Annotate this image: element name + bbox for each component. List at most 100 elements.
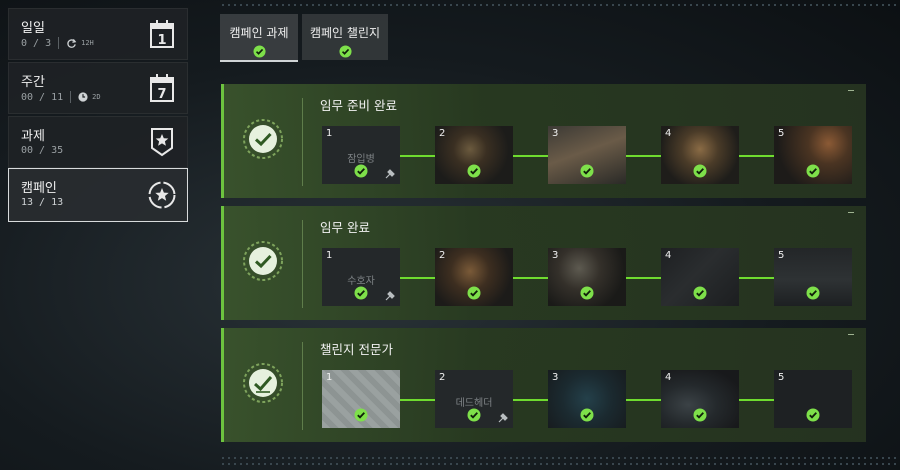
sidebar-item-progress: 0 / 3 12H [21, 37, 94, 49]
completed-task-panel[interactable]: 챌린지 전문가 1 2 데드헤더 3 4 5 [221, 328, 866, 442]
tile-number: 3 [552, 250, 559, 261]
tile-number: 5 [778, 128, 785, 139]
tile-number: 5 [778, 250, 785, 261]
check-icon [338, 45, 352, 58]
check-icon [467, 408, 481, 422]
divider [302, 98, 303, 186]
collapse-icon[interactable] [848, 212, 854, 213]
reward-tile[interactable]: 5 [774, 248, 852, 306]
check-icon [693, 408, 707, 422]
reward-tile[interactable]: 2 [435, 126, 513, 184]
reward-tile[interactable]: 2 [435, 248, 513, 306]
tab-campaign-challenges[interactable]: 캠페인 챌린지 [302, 14, 388, 60]
calendar-7-icon: 7 [150, 74, 174, 102]
completed-task-panel[interactable]: 임무 준비 완료 1 잠입병 2 3 4 5 [221, 84, 866, 198]
panel-title: 챌린지 전문가 [320, 342, 393, 357]
calendar-day-number: 1 [157, 33, 166, 48]
panel-title: 임무 완료 [320, 220, 370, 235]
progress-connector [513, 399, 548, 401]
progress-connector [626, 277, 661, 279]
tile-number: 4 [665, 128, 672, 139]
check-icon [354, 164, 368, 178]
progress-count: 13 / 13 [21, 197, 64, 208]
progress-count: 0 / 3 [21, 37, 52, 49]
progress-connector [400, 277, 435, 279]
progress-connector [400, 155, 435, 157]
reward-tile[interactable]: 5 [774, 370, 852, 428]
star-circle-icon [148, 181, 176, 209]
sidebar-item-title: 일일 [21, 21, 45, 36]
tile-number: 4 [665, 372, 672, 383]
sidebar-item-daily[interactable]: 일일 0 / 3 12H 1 [8, 8, 188, 60]
completed-task-panel[interactable]: 임무 완료 1 수호자 2 3 4 5 [221, 206, 866, 320]
divider [58, 37, 60, 49]
calendar-1-icon: 1 [150, 20, 174, 48]
tile-number: 1 [326, 128, 333, 139]
sidebar-item-progress: 13 / 13 [21, 197, 63, 208]
active-tab-indicator [220, 60, 298, 62]
tile-number: 2 [439, 372, 446, 383]
progress-count: 00 / 35 [21, 145, 64, 156]
tile-number: 1 [326, 250, 333, 261]
check-icon [580, 164, 594, 178]
progress-connector [513, 277, 548, 279]
completed-check-badge-icon [243, 119, 283, 159]
sidebar-item-tasks[interactable]: 과제 00 / 35 [8, 116, 188, 168]
reward-tile[interactable]: 4 [661, 248, 739, 306]
check-icon [354, 286, 368, 300]
sidebar-item-weekly[interactable]: 주간 00 / 11 2D 7 [8, 62, 188, 114]
reward-tile[interactable]: 1 수호자 [322, 248, 400, 306]
decorative-dot-pattern [220, 455, 900, 465]
tile-number: 2 [439, 250, 446, 261]
reward-tile[interactable]: 1 [322, 370, 400, 428]
check-icon [467, 164, 481, 178]
tile-number: 1 [326, 372, 333, 383]
sidebar-item-progress: 00 / 35 [21, 145, 63, 156]
equip-tool-icon [385, 291, 395, 301]
sidebar-item-campaign[interactable]: 캠페인 13 / 13 [8, 168, 188, 222]
equip-tool-icon [385, 169, 395, 179]
tab-label: 캠페인 챌린지 [309, 26, 381, 40]
panel-title: 임무 준비 완료 [320, 98, 397, 113]
collapse-icon[interactable] [848, 90, 854, 91]
progress-connector [739, 399, 774, 401]
reward-label: 수호자 [347, 276, 375, 287]
check-icon [467, 286, 481, 300]
progress-connector [626, 155, 661, 157]
reward-tile[interactable]: 3 [548, 248, 626, 306]
progress-connector [739, 155, 774, 157]
tile-number: 5 [778, 372, 785, 383]
reward-tile[interactable]: 2 데드헤더 [435, 370, 513, 428]
collapse-icon[interactable] [848, 334, 854, 335]
progress-connector [400, 399, 435, 401]
reset-timer: 12H [81, 39, 94, 47]
progress-connector [626, 399, 661, 401]
reward-tile[interactable]: 5 [774, 126, 852, 184]
star-shield-icon [151, 128, 173, 157]
calendar-day-number: 7 [157, 87, 166, 102]
reward-label: 잠입병 [347, 154, 375, 165]
sidebar-item-title: 캠페인 [21, 181, 57, 196]
clock-icon [78, 92, 88, 102]
sidebar-item-title: 과제 [21, 129, 45, 144]
reward-tile[interactable]: 4 [661, 370, 739, 428]
refresh-icon [67, 38, 77, 48]
progress-connector [513, 155, 548, 157]
tile-number: 4 [665, 250, 672, 261]
progress-connector [739, 277, 774, 279]
progress-count: 00 / 11 [21, 91, 64, 103]
reward-tile[interactable]: 4 [661, 126, 739, 184]
divider [70, 91, 72, 103]
reward-tile[interactable]: 1 잠입병 [322, 126, 400, 184]
sidebar-item-progress: 00 / 11 2D [21, 91, 101, 103]
check-icon [806, 286, 820, 300]
tab-campaign-tasks[interactable]: 캠페인 과제 [220, 14, 298, 60]
divider [302, 342, 303, 430]
reward-tile[interactable]: 3 [548, 370, 626, 428]
reward-label: 데드헤더 [455, 398, 493, 409]
check-icon [693, 286, 707, 300]
check-icon [693, 164, 707, 178]
tile-number: 2 [439, 128, 446, 139]
reward-tile[interactable]: 3 [548, 126, 626, 184]
check-icon [806, 408, 820, 422]
